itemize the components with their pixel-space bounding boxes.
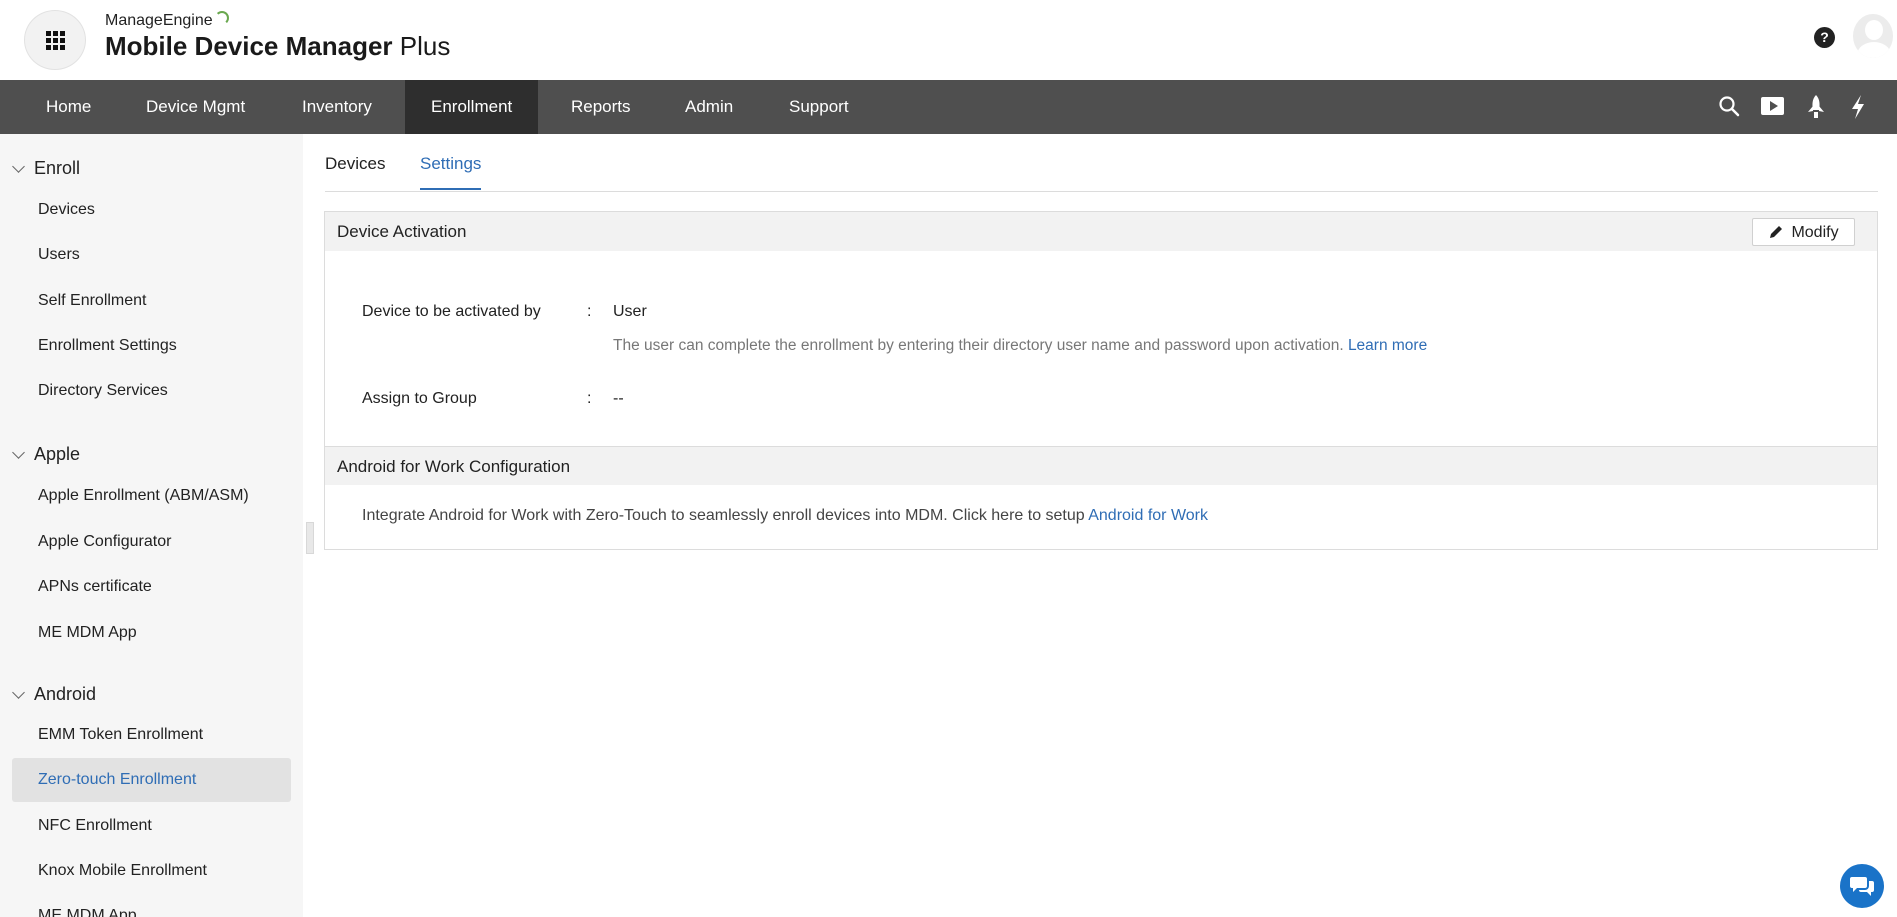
sidebar-item-zero-touch[interactable]: Zero-touch Enrollment	[12, 758, 291, 802]
sidebar-item-enrollment-settings[interactable]: Enrollment Settings	[12, 324, 291, 368]
tab-devices[interactable]: Devices	[325, 154, 385, 188]
brand-product: Mobile Device Manager	[105, 31, 393, 61]
app-header: ManageEngine Mobile Device Manager Plus …	[0, 0, 1897, 80]
sidebar-item-nfc[interactable]: NFC Enrollment	[12, 804, 291, 848]
activated-by-label: Device to be activated by	[362, 303, 541, 320]
sidebar-item-apple-configurator[interactable]: Apple Configurator	[12, 520, 291, 564]
chevron-down-icon	[12, 685, 25, 699]
sidebar-item-me-mdm-app[interactable]: ME MDM App	[12, 611, 291, 655]
sidebar-item-users[interactable]: Users	[12, 233, 291, 277]
device-activation-header: Device Activation Modify	[325, 212, 1877, 251]
activated-by-value: User	[613, 303, 647, 320]
tab-settings[interactable]: Settings	[420, 154, 482, 190]
brand-edition: Plus	[399, 31, 451, 61]
android-for-work-header: Android for Work Configuration	[325, 446, 1877, 485]
section-enroll[interactable]: Enroll	[12, 158, 80, 179]
sidebar-item-apns-certificate[interactable]: APNs certificate	[12, 565, 291, 609]
android-for-work-title: Android for Work Configuration	[337, 457, 571, 476]
sidebar-item-devices[interactable]: Devices	[12, 188, 291, 232]
nav-device-mgmt[interactable]: Device Mgmt	[120, 80, 271, 134]
sidebar: Enroll Devices Users Self Enrollment Enr…	[0, 134, 303, 917]
search-icon[interactable]	[1717, 94, 1743, 120]
sidebar-item-android-me-mdm-app[interactable]: ME MDM App	[12, 894, 291, 917]
nav-reports[interactable]: Reports	[545, 80, 657, 134]
nav-inventory[interactable]: Inventory	[276, 80, 398, 134]
modify-button[interactable]: Modify	[1752, 218, 1855, 246]
activated-by-colon: :	[587, 303, 592, 320]
learn-more-link[interactable]: Learn more	[1348, 337, 1427, 354]
video-icon[interactable]	[1760, 94, 1786, 120]
lightning-icon[interactable]	[1848, 94, 1874, 120]
assign-group-label: Assign to Group	[362, 390, 477, 407]
chevron-down-icon	[12, 159, 25, 173]
sidebar-item-emm-token[interactable]: EMM Token Enrollment	[12, 713, 291, 757]
chat-icon[interactable]	[1840, 864, 1884, 908]
chevron-down-icon	[12, 445, 25, 459]
device-activation-title: Device Activation	[337, 222, 467, 241]
settings-panel: Device Activation Modify Device to be ac…	[324, 211, 1878, 550]
assign-group-colon: :	[587, 390, 592, 407]
android-for-work-description: Integrate Android for Work with Zero-Tou…	[362, 507, 1208, 524]
app-grid-icon[interactable]	[24, 10, 86, 70]
rocket-icon[interactable]	[1805, 94, 1831, 120]
section-apple[interactable]: Apple	[12, 444, 80, 465]
assign-group-value: --	[613, 390, 624, 407]
sidebar-item-self-enrollment[interactable]: Self Enrollment	[12, 279, 291, 323]
sidebar-item-knox[interactable]: Knox Mobile Enrollment	[12, 849, 291, 893]
pencil-icon	[1770, 226, 1783, 238]
nav-admin[interactable]: Admin	[659, 80, 759, 134]
sidebar-item-directory-services[interactable]: Directory Services	[12, 369, 291, 413]
android-for-work-link[interactable]: Android for Work	[1088, 507, 1208, 524]
help-icon[interactable]: ?	[1814, 27, 1835, 48]
brand-logo[interactable]: ManageEngine Mobile Device Manager Plus	[105, 11, 451, 62]
section-android[interactable]: Android	[12, 684, 96, 705]
avatar[interactable]	[1853, 14, 1893, 58]
nav-home[interactable]: Home	[20, 80, 117, 134]
sidebar-collapse-handle[interactable]	[306, 522, 314, 554]
brand-company: ManageEngine	[105, 12, 213, 29]
brand-arc-icon	[214, 11, 229, 25]
sidebar-item-apple-enrollment[interactable]: Apple Enrollment (ABM/ASM)	[12, 474, 291, 518]
nav-enrollment[interactable]: Enrollment	[405, 80, 539, 134]
activated-by-description: The user can complete the enrollment by …	[613, 337, 1428, 354]
main-nav: Home Device Mgmt Inventory Enrollment Re…	[0, 80, 1897, 134]
tab-bar: Devices Settings	[325, 134, 1878, 192]
nav-support[interactable]: Support	[763, 80, 875, 134]
